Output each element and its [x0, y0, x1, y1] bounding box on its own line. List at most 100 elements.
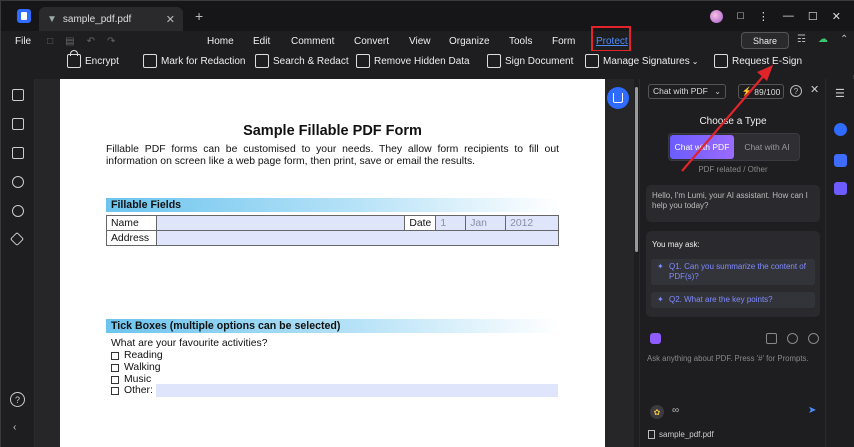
app-window: ▼ sample_pdf.pdf ✕ + □ ⋮ — ☐ ✕ File □ ▤ …	[0, 0, 854, 447]
suggestions-title: You may ask:	[652, 240, 700, 249]
input-toolbar	[650, 333, 820, 345]
mark-redaction-button[interactable]: Mark for Redaction	[143, 54, 245, 68]
date-day-field[interactable]: 1	[435, 215, 467, 231]
save-icon[interactable]: □	[47, 36, 53, 47]
attached-file[interactable]: sample_pdf.pdf	[648, 430, 714, 439]
protect-highlight-box	[591, 26, 631, 52]
file-menu[interactable]: File	[15, 36, 31, 47]
address-label: Address	[106, 230, 157, 246]
layers-icon[interactable]	[9, 231, 25, 247]
ai-assistant-icon[interactable]	[834, 123, 847, 136]
checkbox[interactable]	[111, 363, 119, 372]
other-text-field[interactable]	[156, 384, 558, 397]
sign-document-button[interactable]: Sign Document	[487, 54, 573, 68]
help-icon[interactable]: ?	[10, 392, 25, 407]
message-icon[interactable]: □	[737, 10, 744, 22]
history-icon[interactable]	[787, 333, 798, 344]
suggestion-q2[interactable]: ✦ Q2. What are the key points?	[651, 292, 815, 308]
type-toggle: Chat with PDF Chat with AI	[668, 133, 800, 161]
option-other[interactable]: Other:	[111, 385, 153, 396]
search-icon[interactable]	[12, 205, 24, 217]
expand-icon[interactable]: ⌃	[840, 34, 848, 45]
address-field[interactable]	[155, 230, 560, 246]
menu-edit[interactable]: Edit	[253, 36, 270, 47]
menu-form[interactable]: Form	[552, 36, 575, 47]
redo-icon[interactable]: ↷	[107, 36, 115, 47]
checkbox[interactable]	[111, 386, 119, 395]
print-icon[interactable]: ▤	[65, 36, 74, 47]
avatar[interactable]	[710, 9, 724, 23]
type-chat-ai[interactable]: Chat with AI	[735, 135, 799, 159]
manage-signatures-icon	[585, 54, 599, 68]
tab-close-icon[interactable]: ✕	[166, 13, 175, 26]
search-redact-button[interactable]: Search & Redact	[255, 54, 349, 68]
sign-document-label: Sign Document	[505, 55, 574, 67]
help-icon[interactable]: ?	[790, 85, 802, 97]
menu-comment[interactable]: Comment	[291, 36, 334, 47]
collapse-sidebar-icon[interactable]: ‹	[13, 422, 16, 433]
check-icon[interactable]	[834, 182, 847, 195]
pdf-page: Sample Fillable PDF Form Fillable PDF fo…	[60, 79, 605, 447]
lightbulb-icon[interactable]: ✿	[650, 405, 664, 419]
chat-mode-select[interactable]: Chat with PDF ⌄	[648, 84, 726, 99]
sign-document-icon	[487, 54, 501, 68]
right-tool-strip: ☰	[825, 79, 854, 447]
bookmark-icon[interactable]	[12, 118, 24, 130]
ai-float-icon[interactable]	[607, 87, 629, 109]
chevron-down-icon: ⌄	[691, 56, 699, 66]
attachment-icon[interactable]	[12, 176, 24, 188]
manage-signatures-button[interactable]: Manage Signatures ⌄	[585, 54, 698, 68]
cloud-icon[interactable]: ☁	[818, 34, 828, 45]
maximize-button[interactable]: ☐	[808, 10, 818, 23]
menu-tools[interactable]: Tools	[509, 36, 532, 47]
type-chat-pdf[interactable]: Chat with PDF	[670, 135, 734, 159]
option-walking[interactable]: Walking	[111, 362, 161, 373]
option-label: Other:	[124, 385, 153, 396]
send-icon[interactable]: ➤	[808, 405, 816, 416]
request-esign-button[interactable]: Request E-Sign	[714, 54, 802, 68]
quick-actions: □ ▤ ↶ ↷	[47, 36, 115, 47]
comment-icon[interactable]	[12, 147, 24, 159]
scroll-thumb[interactable]	[635, 87, 638, 252]
option-reading[interactable]: Reading	[111, 350, 163, 361]
close-window-button[interactable]: ✕	[832, 10, 841, 23]
sliders-icon[interactable]: ☰	[835, 87, 845, 100]
checkbox[interactable]	[111, 351, 119, 360]
remove-hidden-label: Remove Hidden Data	[374, 55, 470, 67]
page-thumbnail-icon[interactable]	[12, 89, 24, 101]
translate-icon[interactable]	[834, 154, 847, 167]
encrypt-button[interactable]: Encrypt	[67, 50, 119, 68]
mark-redaction-label: Mark for Redaction	[161, 55, 246, 67]
suggestion-q1[interactable]: ✦ Q1. Can you summarize the content of P…	[651, 259, 815, 285]
undo-icon[interactable]: ↶	[87, 36, 95, 47]
app-logo-icon	[17, 9, 31, 23]
chat-input[interactable]: Ask anything about PDF. Press '#' for Pr…	[647, 354, 823, 363]
name-field[interactable]	[155, 215, 406, 231]
tree-icon[interactable]: ☶	[797, 34, 806, 45]
copy-icon[interactable]	[766, 333, 777, 344]
date-year-field[interactable]: 2012	[505, 215, 559, 231]
option-music[interactable]: Music	[111, 374, 151, 385]
attachment-icon[interactable]: ∞	[672, 405, 679, 416]
new-tab-button[interactable]: +	[195, 8, 203, 24]
lock-icon	[67, 50, 81, 68]
date-month-field[interactable]: Jan	[465, 215, 507, 231]
menu-organize[interactable]: Organize	[449, 36, 490, 47]
settings-icon[interactable]	[808, 333, 819, 344]
menu-view[interactable]: View	[409, 36, 431, 47]
chat-mode-value: Chat with PDF	[653, 86, 708, 96]
suggestion-q2-text: Q2. What are the key points?	[669, 295, 773, 304]
menu-convert[interactable]: Convert	[354, 36, 389, 47]
request-esign-label: Request E-Sign	[732, 55, 803, 67]
remove-hidden-button[interactable]: Remove Hidden Data	[356, 54, 470, 68]
menu-home[interactable]: Home	[207, 36, 234, 47]
minimize-button[interactable]: —	[783, 10, 794, 22]
checkbox[interactable]	[111, 375, 119, 384]
share-button[interactable]: Share	[741, 32, 789, 49]
prompt-library-icon[interactable]	[650, 333, 661, 344]
close-icon[interactable]: ✕	[810, 83, 819, 96]
sparkle-icon: ✦	[657, 262, 664, 271]
tick-boxes-header: Tick Boxes (multiple options can be sele…	[106, 319, 559, 333]
document-tab[interactable]: ▼ sample_pdf.pdf ✕	[39, 7, 183, 31]
menu-dots-icon[interactable]: ⋮	[758, 10, 769, 23]
